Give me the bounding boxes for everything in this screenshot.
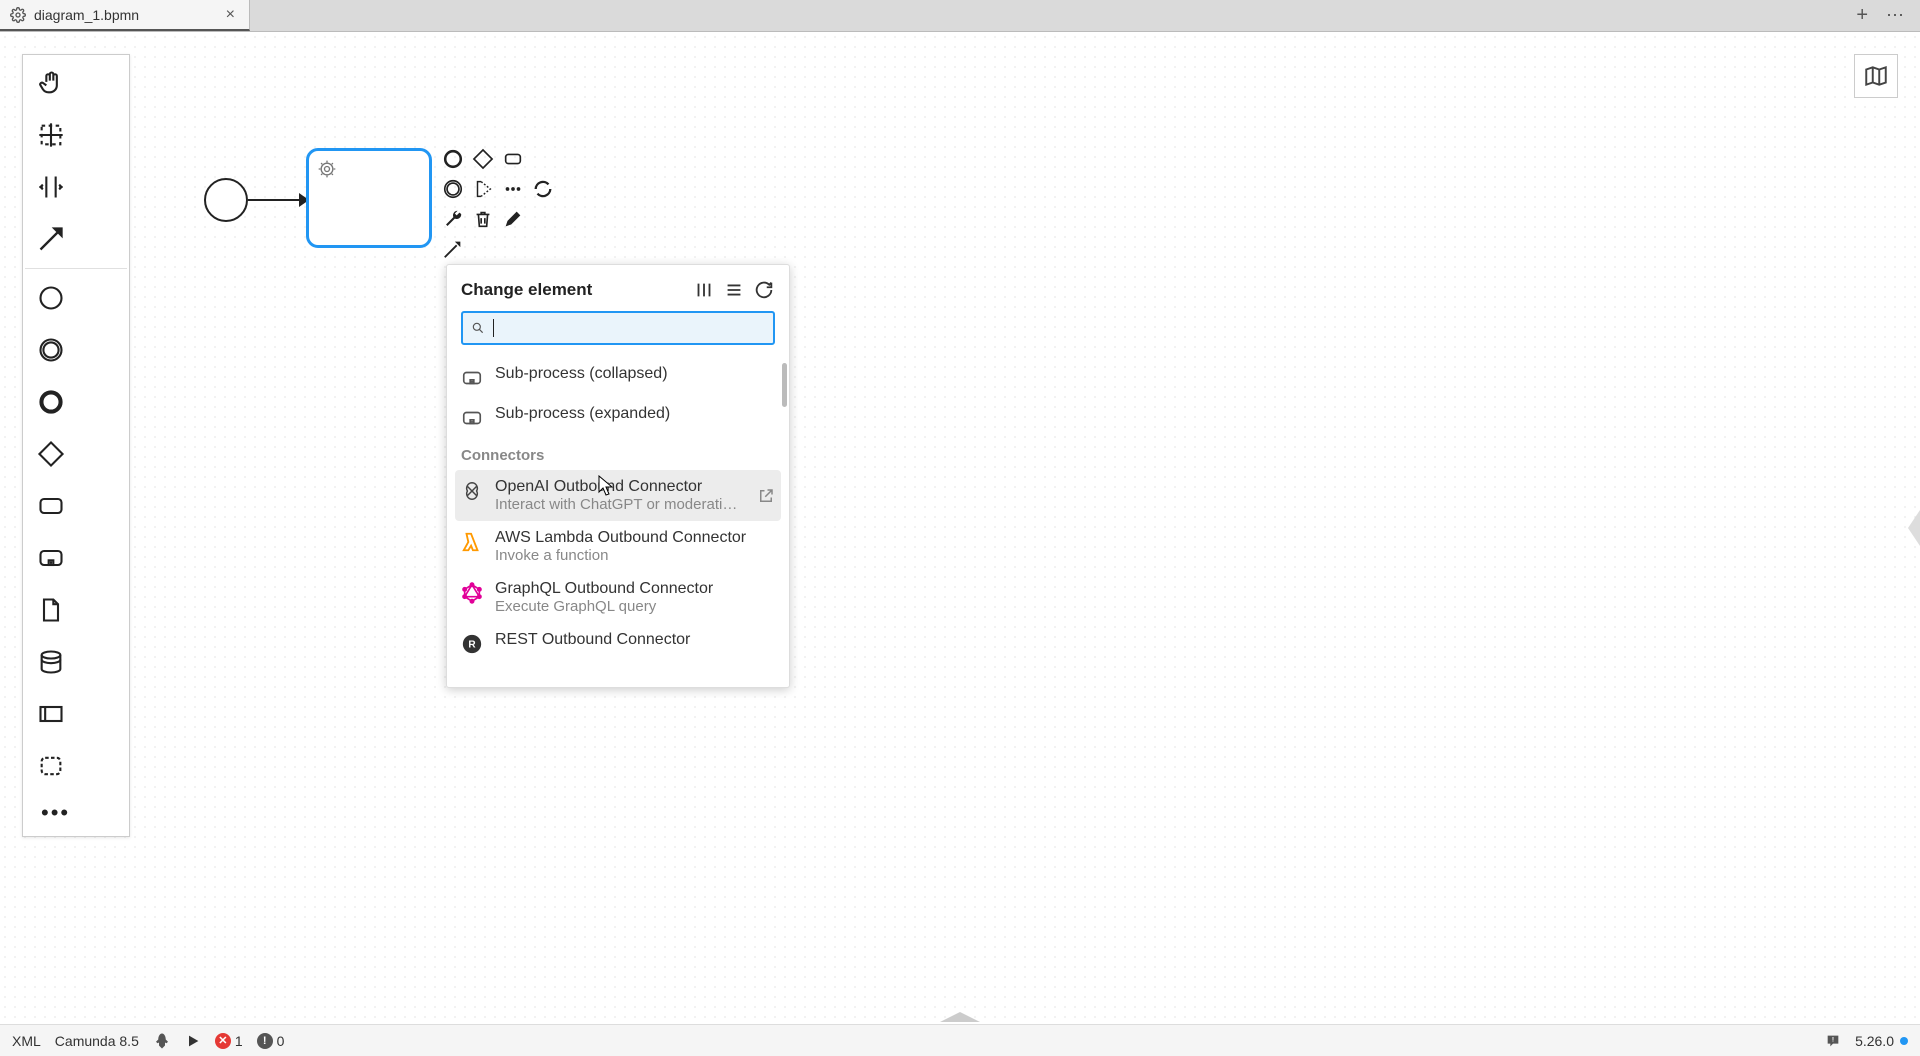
- entry-name: Sub-process (expanded): [495, 405, 775, 423]
- subprocess-collapsed-icon: [461, 367, 483, 389]
- color-icon[interactable]: [500, 206, 526, 232]
- service-task-icon: [317, 159, 337, 179]
- layout-columns-icon[interactable]: [693, 279, 715, 301]
- minimap-toggle[interactable]: [1854, 54, 1898, 98]
- error-icon: ✕: [215, 1033, 231, 1049]
- tab-diagram-1[interactable]: diagram_1.bpmn ×: [0, 0, 250, 31]
- map-icon: [1863, 63, 1889, 89]
- popup-title: Change element: [461, 280, 685, 300]
- delete-icon[interactable]: [470, 206, 496, 232]
- data-object-tool[interactable]: [25, 584, 77, 636]
- search-icon: [471, 321, 485, 335]
- tab-bar: diagram_1.bpmn × + ⋯: [0, 0, 1920, 32]
- warning-icon: !: [257, 1033, 273, 1049]
- connect-tool[interactable]: [25, 213, 77, 265]
- aws-lambda-icon: [461, 531, 483, 553]
- status-bar: XML Camunda 8.5 ✕1 !0 ! 5.26.0: [0, 1024, 1920, 1056]
- entry-desc: Execute GraphQL query: [495, 598, 775, 615]
- append-anything-icon[interactable]: [530, 176, 556, 202]
- change-type-wrench-icon[interactable]: [440, 206, 466, 232]
- warnings-indicator[interactable]: !0: [257, 1033, 285, 1049]
- space-tool[interactable]: [25, 161, 77, 213]
- error-count: 1: [235, 1033, 243, 1049]
- entry-rest-connector[interactable]: R REST Outbound Connector: [455, 623, 781, 663]
- gateway-tool[interactable]: [25, 428, 77, 480]
- run-button[interactable]: [185, 1033, 201, 1049]
- gear-icon: [10, 7, 26, 23]
- append-end-event[interactable]: [440, 146, 466, 172]
- layout-list-icon[interactable]: [723, 279, 745, 301]
- entry-graphql-connector[interactable]: GraphQL Outbound Connector Execute Graph…: [455, 572, 781, 623]
- connect-icon[interactable]: [440, 236, 466, 262]
- subprocess-tool[interactable]: [25, 532, 77, 584]
- service-task[interactable]: [306, 148, 432, 248]
- entry-aws-lambda-connector[interactable]: AWS Lambda Outbound Connector Invoke a f…: [455, 521, 781, 572]
- refresh-icon[interactable]: [753, 279, 775, 301]
- xml-toggle[interactable]: XML: [12, 1033, 41, 1049]
- bottom-panel-toggle[interactable]: [940, 1012, 980, 1022]
- rest-icon: R: [461, 633, 483, 655]
- properties-panel-toggle[interactable]: [1908, 510, 1920, 546]
- close-icon[interactable]: ×: [222, 6, 239, 24]
- sequence-flow[interactable]: [248, 199, 306, 201]
- tab-menu-button[interactable]: ⋯: [1886, 5, 1906, 26]
- canvas[interactable]: ••• Change element: [0, 32, 1920, 1024]
- graphql-icon: [461, 582, 483, 604]
- external-link-icon[interactable]: [757, 487, 775, 505]
- update-dot-icon: [1900, 1037, 1908, 1045]
- subprocess-expanded-icon: [461, 407, 483, 429]
- search-input-wrapper[interactable]: [461, 311, 775, 345]
- append-task[interactable]: [500, 146, 526, 172]
- context-pad: [440, 146, 556, 262]
- tool-palette: •••: [22, 54, 130, 837]
- add-tab-button[interactable]: +: [1856, 4, 1868, 27]
- start-event-tool[interactable]: [25, 272, 77, 324]
- entry-name: AWS Lambda Outbound Connector: [495, 529, 775, 547]
- scrollbar[interactable]: [782, 363, 787, 407]
- participant-tool[interactable]: [25, 688, 77, 740]
- openai-icon: [461, 480, 483, 502]
- search-input[interactable]: [502, 320, 765, 337]
- append-text-annotation[interactable]: [470, 176, 496, 202]
- change-element-popup: Change element Sub-process (collapsed) S…: [446, 264, 790, 688]
- svg-text:R: R: [468, 640, 476, 651]
- svg-text:!: !: [1832, 1036, 1834, 1043]
- append-gateway[interactable]: [470, 146, 496, 172]
- data-store-tool[interactable]: [25, 636, 77, 688]
- group-tool[interactable]: [25, 740, 77, 792]
- group-connectors: Connectors: [455, 437, 781, 470]
- entry-name: REST Outbound Connector: [495, 631, 775, 649]
- entry-desc: Interact with ChatGPT or moderati…: [495, 496, 745, 513]
- deploy-button[interactable]: [153, 1032, 171, 1050]
- warning-count: 0: [277, 1033, 285, 1049]
- entry-desc: Invoke a function: [495, 547, 775, 564]
- feedback-button[interactable]: !: [1825, 1033, 1841, 1049]
- context-more[interactable]: [500, 176, 526, 202]
- tab-title: diagram_1.bpmn: [34, 7, 214, 23]
- popup-body: Sub-process (collapsed) Sub-process (exp…: [447, 353, 789, 687]
- version-label[interactable]: 5.26.0: [1855, 1033, 1908, 1049]
- end-event-tool[interactable]: [25, 376, 77, 428]
- more-tools[interactable]: •••: [25, 792, 127, 834]
- entry-name: OpenAI Outbound Connector: [495, 478, 745, 496]
- entry-subprocess-expanded[interactable]: Sub-process (expanded): [455, 397, 781, 437]
- entry-name: GraphQL Outbound Connector: [495, 580, 775, 598]
- entry-openai-connector[interactable]: OpenAI Outbound Connector Interact with …: [455, 470, 781, 521]
- entry-subprocess-collapsed[interactable]: Sub-process (collapsed): [455, 357, 781, 397]
- hand-tool[interactable]: [25, 57, 77, 109]
- lasso-tool[interactable]: [25, 109, 77, 161]
- errors-indicator[interactable]: ✕1: [215, 1033, 243, 1049]
- task-tool[interactable]: [25, 480, 77, 532]
- platform-selector[interactable]: Camunda 8.5: [55, 1033, 139, 1049]
- intermediate-event-tool[interactable]: [25, 324, 77, 376]
- entry-name: Sub-process (collapsed): [495, 365, 775, 383]
- start-event[interactable]: [204, 178, 248, 222]
- text-caret: [493, 319, 494, 337]
- append-intermediate-event[interactable]: [440, 176, 466, 202]
